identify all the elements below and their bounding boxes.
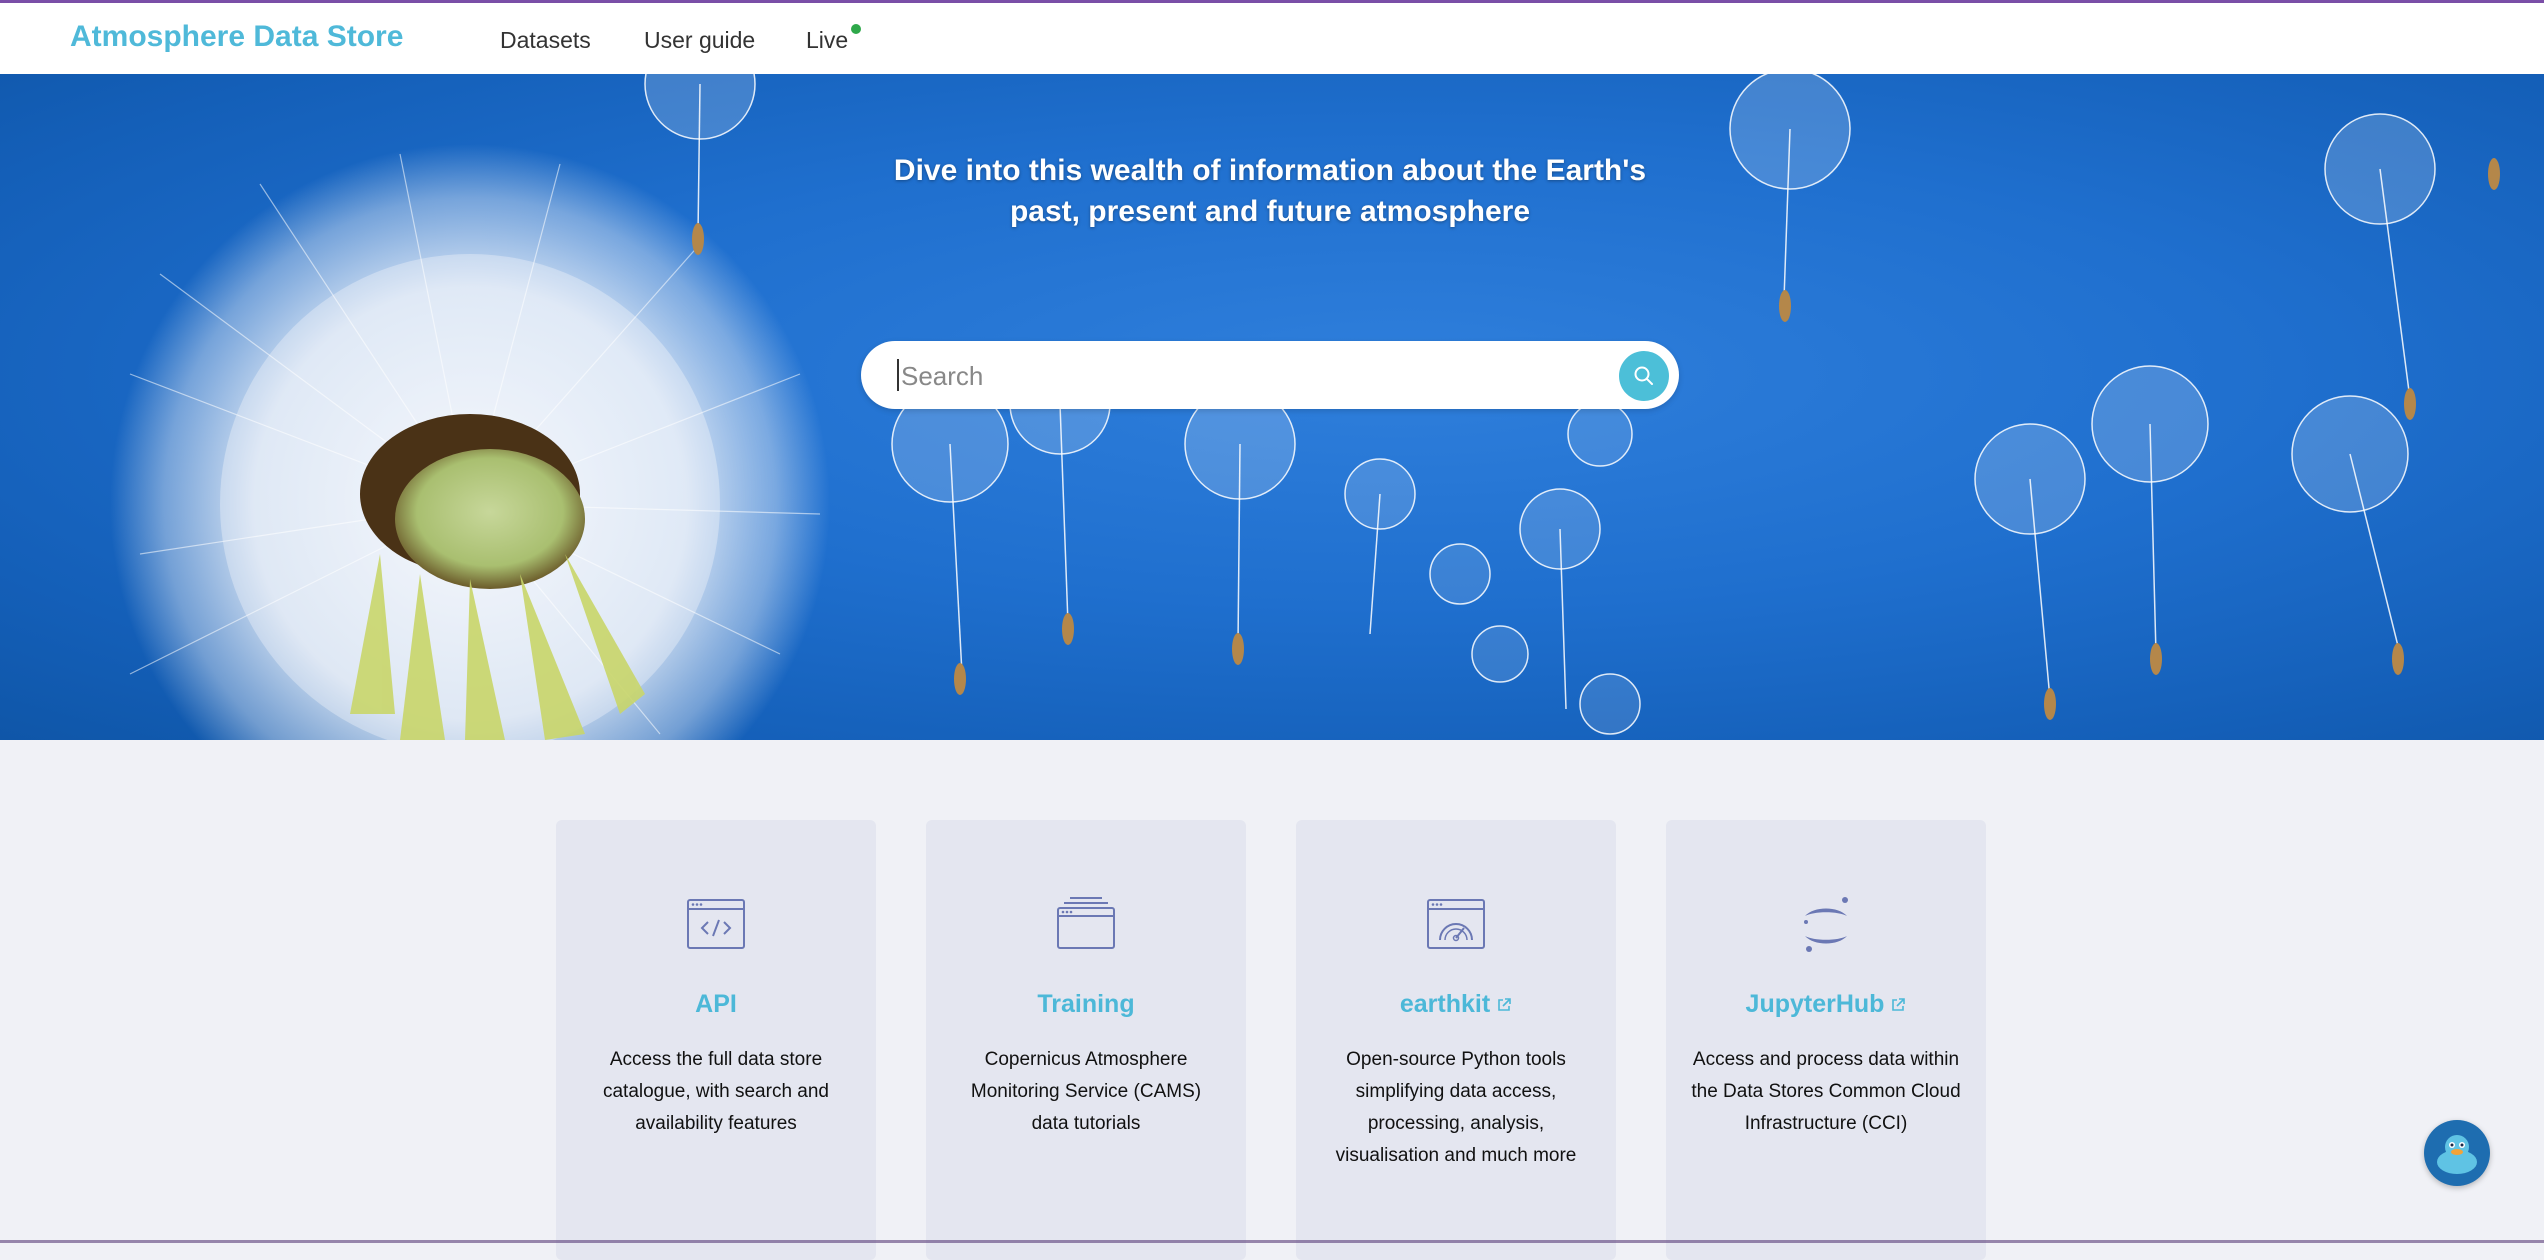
- card-earthkit-description: Open-source Python tools simplifying data…: [1335, 1049, 1577, 1166]
- hero-banner: Dive into this wealth of information abo…: [0, 74, 2544, 740]
- hero-title: Dive into this wealth of information abo…: [820, 150, 1720, 232]
- card-earthkit-title[interactable]: earthkit: [1296, 988, 1616, 1020]
- nav-live[interactable]: Live: [806, 20, 848, 60]
- top-navbar: Atmosphere Data Store Datasets User guid…: [0, 3, 2544, 74]
- card-api-title[interactable]: API: [556, 988, 876, 1020]
- jupyter-icon: [1804, 897, 1848, 952]
- card-jupyterhub-title[interactable]: JupyterHub: [1666, 988, 1986, 1020]
- gauge-window-icon: [1427, 899, 1485, 949]
- card-earthkit[interactable]: earthkit Open-source Python tools simplif…: [1296, 820, 1616, 1260]
- card-training[interactable]: Training Copernicus Atmosphere Monitoring…: [926, 820, 1246, 1260]
- card-api[interactable]: API Access the full data store catalogue,…: [556, 820, 876, 1260]
- external-link-icon: [1892, 998, 1906, 1012]
- card-api-description: Access the full data store catalogue, wit…: [602, 1049, 830, 1134]
- live-status-dot: [851, 24, 861, 34]
- hero-title-line-2: past, present and future atmosphere: [1009, 195, 1531, 228]
- brand-logo-link[interactable]: Atmosphere Data Store: [70, 15, 403, 59]
- nav-user-guide[interactable]: User guide: [644, 20, 755, 60]
- card-training-title[interactable]: Training: [926, 988, 1246, 1020]
- stacked-windows-icon: [1057, 897, 1115, 949]
- code-window-icon: [687, 899, 745, 949]
- search-bar: [861, 341, 1679, 409]
- duck-mascot-icon: [2437, 1135, 2477, 1174]
- search-icon: [1634, 366, 1653, 385]
- card-jupyterhub[interactable]: JupyterHub Access and process data withi…: [1666, 820, 1986, 1260]
- search-input[interactable]: [899, 353, 1583, 399]
- search-button[interactable]: [1619, 351, 1669, 401]
- card-training-description: Copernicus Atmosphere Monitoring Service …: [970, 1049, 1202, 1134]
- nav-datasets[interactable]: Datasets: [500, 20, 591, 60]
- chat-assistant-button[interactable]: [2424, 1120, 2490, 1186]
- external-link-icon: [1498, 998, 1511, 1012]
- text-caret: [897, 359, 899, 391]
- hero-title-line-1: Dive into this wealth of information abo…: [893, 154, 1647, 187]
- card-jupyterhub-description: Access and process data within the Data S…: [1691, 1049, 1961, 1134]
